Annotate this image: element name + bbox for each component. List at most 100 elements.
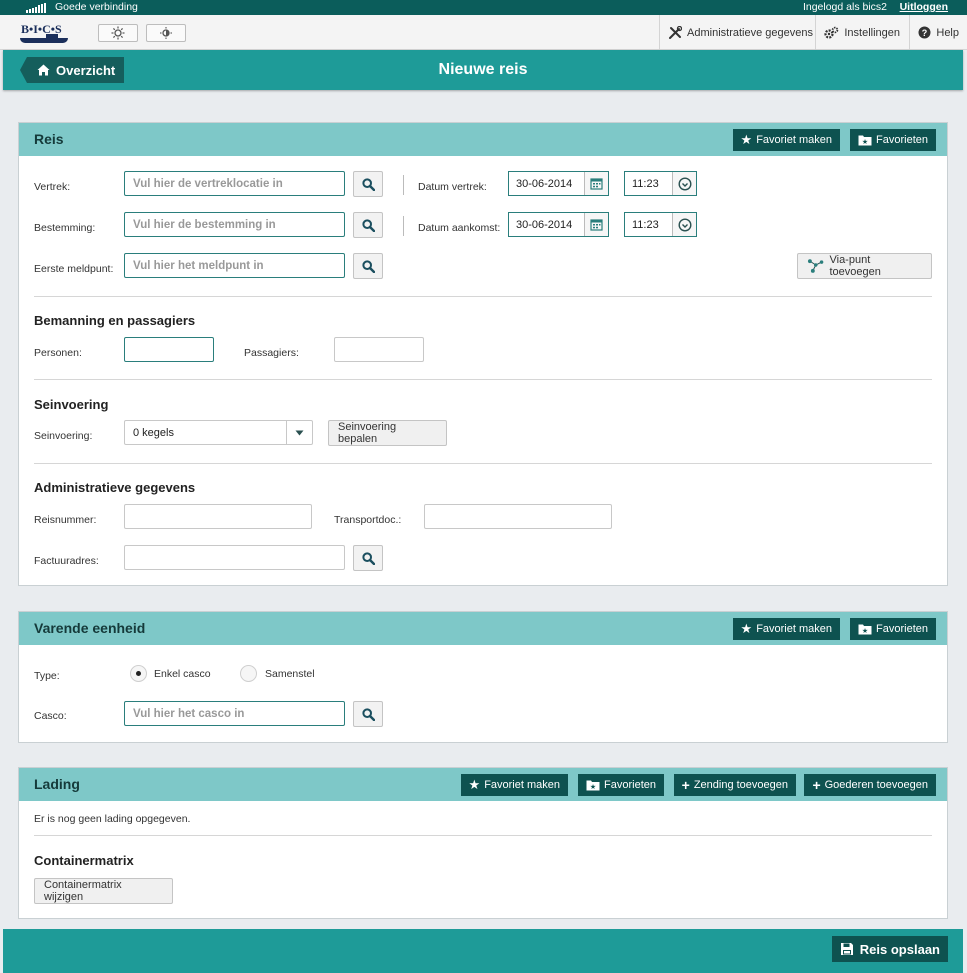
radio-enkel-casco[interactable] (130, 665, 147, 682)
brightness-low-button[interactable] (146, 24, 186, 42)
varende-panel-title: Varende eenheid (34, 620, 146, 636)
connection-status: Goede verbinding (55, 1, 138, 13)
lading-favorite-make-button[interactable]: ★ Favoriet maken (460, 774, 568, 796)
admin-data-button[interactable]: Administratieve gegevens (659, 15, 821, 50)
passagiers-label: Passagiers: (244, 347, 299, 359)
brightness-high-button[interactable] (98, 24, 138, 42)
seinvoering-btn-label: Seinvoering bepalen (338, 421, 397, 445)
logout-link[interactable]: Uitloggen (900, 1, 948, 13)
svg-text:?: ? (922, 28, 928, 38)
seinvoering-label: Seinvoering: (34, 430, 93, 442)
tijd-aankomst-input[interactable]: 11:23 (624, 212, 697, 237)
passagiers-input[interactable] (334, 337, 424, 362)
add-goods-button[interactable]: + Goederen toevoegen (804, 774, 936, 796)
calendar-icon[interactable] (584, 172, 608, 195)
seinvoering-select[interactable]: 0 kegels (124, 420, 313, 445)
reis-panel-title: Reis (34, 131, 64, 147)
divider (34, 463, 932, 464)
radio-samenstel[interactable] (240, 665, 257, 682)
settings-label: Instellingen (844, 26, 900, 39)
add-shipment-button[interactable]: + Zending toevoegen (673, 774, 796, 796)
transportdoc-input[interactable] (424, 504, 612, 529)
samenstel-label: Samenstel (265, 668, 315, 680)
datum-vertrek-input[interactable]: 30-06-2014 (508, 171, 609, 196)
type-label: Type: (34, 670, 60, 682)
divider (34, 379, 932, 380)
search-icon (361, 177, 375, 191)
status-bar: Goede verbinding Ingelogd als bics2 Uitl… (0, 0, 967, 15)
personen-input[interactable] (124, 337, 214, 362)
vertrek-label: Vertrek: (34, 181, 71, 193)
datum-aankomst-input[interactable]: 30-06-2014 (508, 212, 609, 237)
datum-vertrek-label: Datum vertrek: (418, 181, 487, 193)
reis-favorite-make-button[interactable]: ★ Favoriet maken (732, 129, 840, 151)
folder-star-icon: ★ (858, 135, 872, 146)
folder-star-icon: ★ (586, 780, 600, 791)
via-punt-add-button[interactable]: Via-punt toevoegen (797, 253, 932, 279)
seinvoering-title: Seinvoering (34, 397, 109, 412)
factuuradres-input[interactable] (124, 545, 345, 570)
search-icon (361, 218, 375, 232)
lading-panel-header: Lading ★ Favoriet maken ★ Favorieten + Z… (19, 768, 947, 801)
bics-logo: B•I•C•S (18, 19, 70, 47)
svg-text:★: ★ (590, 783, 596, 791)
save-label: Reis opslaan (859, 941, 940, 957)
bestemming-input[interactable]: Vul hier de bestemming in (124, 212, 345, 237)
reis-favorites-button[interactable]: ★ Favorieten (850, 129, 936, 151)
lading-panel-title: Lading (34, 776, 80, 792)
tijd-aankomst-value: 11:23 (632, 218, 659, 231)
varende-eenheid-panel: Varende eenheid ★ Favoriet maken ★ Favor… (18, 611, 948, 743)
half-sun-icon (160, 27, 172, 39)
bestemming-search-button[interactable] (353, 212, 383, 238)
svg-text:★: ★ (862, 627, 868, 635)
datum-aankomst-value: 30-06-2014 (516, 218, 573, 231)
seinvoering-determine-button[interactable]: Seinvoering bepalen (328, 420, 447, 446)
reis-panel-header: Reis ★ Favoriet maken ★ Favorieten (19, 123, 947, 156)
varende-panel-header: Varende eenheid ★ Favoriet maken ★ Favor… (19, 612, 947, 645)
favorite-make-label: Favoriet maken (484, 779, 560, 791)
vertrek-input[interactable]: Vul hier de vertreklocatie in (124, 171, 345, 196)
admin-section-title: Administratieve gegevens (34, 480, 196, 495)
varende-favorites-button[interactable]: ★ Favorieten (850, 618, 936, 640)
sun-icon (111, 26, 125, 40)
varende-favorite-make-button[interactable]: ★ Favoriet maken (732, 618, 840, 640)
datum-vertrek-value: 30-06-2014 (516, 177, 573, 190)
divider (34, 296, 932, 297)
containermatrix-btn-label: Containermatrix wijzigen (44, 879, 122, 903)
favorites-label: Favorieten (876, 623, 928, 635)
save-trip-button[interactable]: Reis opslaan (831, 936, 948, 962)
star-icon: ★ (740, 621, 753, 636)
svg-text:★: ★ (862, 138, 868, 146)
star-icon: ★ (468, 777, 481, 792)
footer-bar: Reis opslaan (3, 929, 963, 973)
casco-input[interactable]: Vul hier het casco in (124, 701, 345, 726)
tijd-vertrek-value: 11:23 (632, 177, 659, 190)
favorite-make-label: Favoriet maken (756, 134, 832, 146)
search-icon (361, 551, 375, 565)
vertrek-search-button[interactable] (353, 171, 383, 197)
clock-icon[interactable] (672, 172, 696, 195)
question-circle-icon: ? (918, 26, 931, 39)
calendar-icon[interactable] (584, 213, 608, 236)
tijd-vertrek-input[interactable]: 11:23 (624, 171, 697, 196)
signal-strength-icon (26, 3, 46, 13)
bestemming-label: Bestemming: (34, 222, 96, 234)
lading-panel: Lading ★ Favoriet maken ★ Favorieten + Z… (18, 767, 948, 919)
containermatrix-edit-button[interactable]: Containermatrix wijzigen (34, 878, 173, 904)
datum-aankomst-label: Datum aankomst: (418, 222, 501, 234)
casco-search-button[interactable] (353, 701, 383, 727)
meldpunt-input[interactable]: Vul hier het meldpunt in (124, 253, 345, 278)
add-shipment-label: Zending toevoegen (693, 779, 788, 791)
meldpunt-search-button[interactable] (353, 253, 383, 279)
meldpunt-label: Eerste meldpunt: (34, 263, 114, 275)
clock-icon[interactable] (672, 213, 696, 236)
plus-icon: + (681, 777, 690, 793)
settings-button[interactable]: Instellingen (815, 15, 908, 50)
favorites-label: Favorieten (876, 134, 928, 146)
reisnummer-input[interactable] (124, 504, 312, 529)
lading-favorites-button[interactable]: ★ Favorieten (578, 774, 664, 796)
help-button[interactable]: ? Help (909, 15, 967, 50)
search-icon (361, 707, 375, 721)
reis-panel: Reis ★ Favoriet maken ★ Favorieten Vertr… (18, 122, 948, 586)
factuuradres-search-button[interactable] (353, 545, 383, 571)
